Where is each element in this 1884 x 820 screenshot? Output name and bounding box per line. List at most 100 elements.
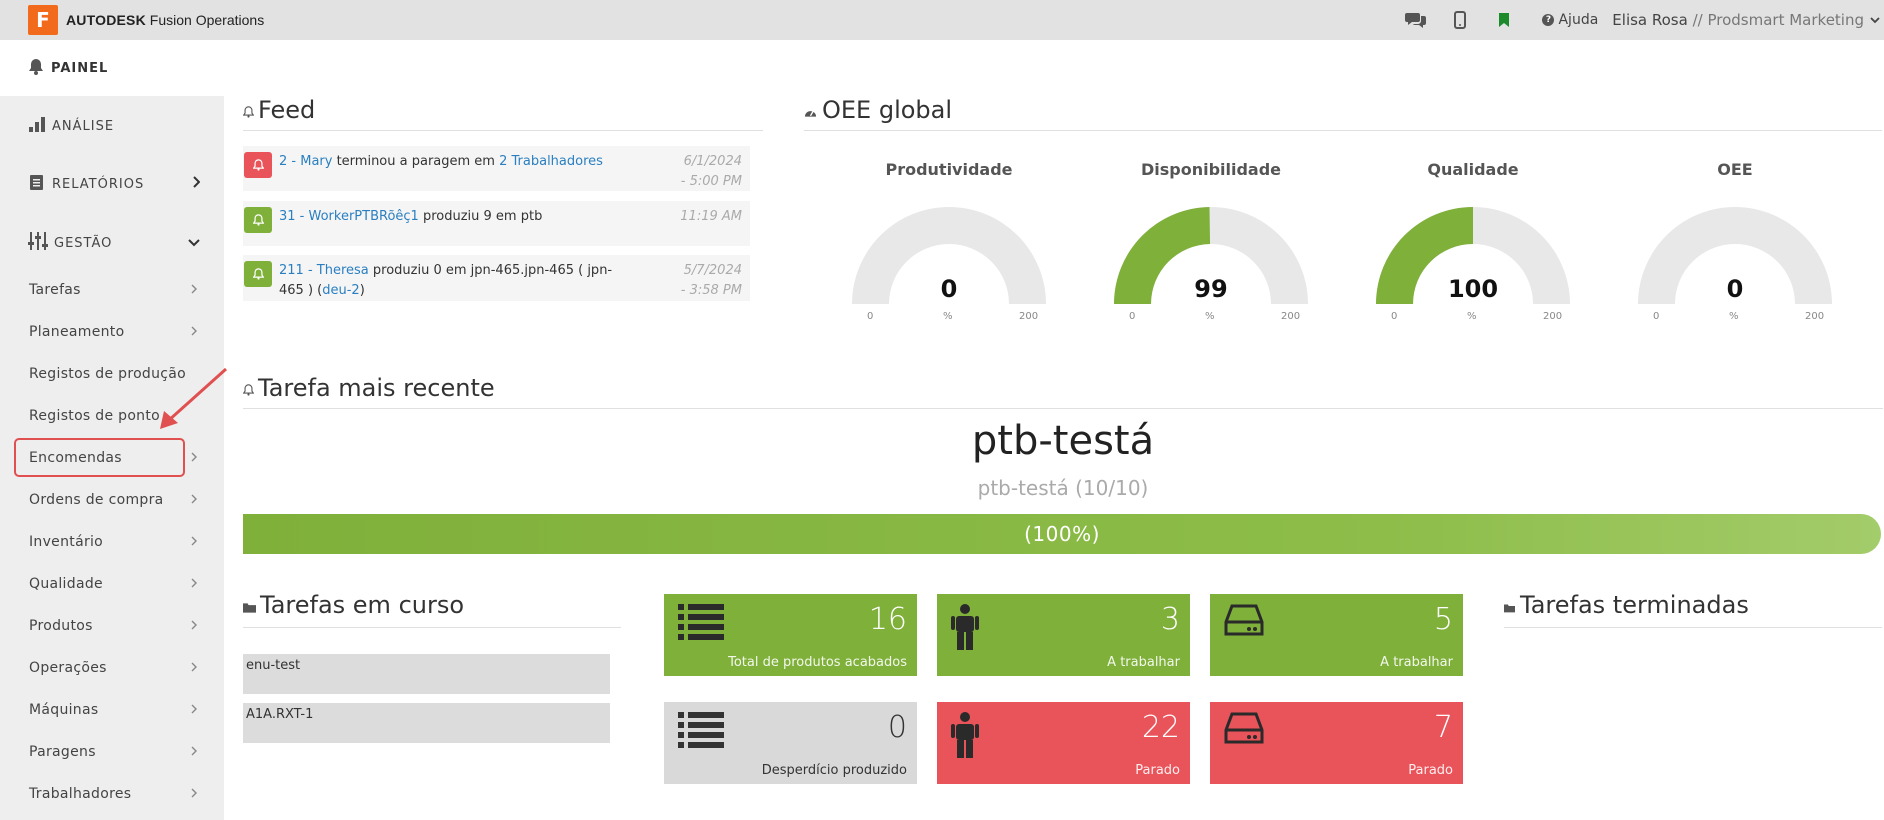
fusion-logo[interactable]: F [28, 5, 58, 35]
feed-item: 31 - WorkerPTBRõêç1 produziu 9 em ptb 11:… [243, 201, 750, 246]
gauge-max: 200 [1543, 311, 1563, 322]
sidebar-item-tarefas[interactable]: Tarefas [29, 282, 197, 298]
sidebar-item-label: Ordens de compra [29, 492, 164, 508]
sliders-icon [28, 231, 48, 255]
feed-time: 11:19 AM [652, 207, 742, 227]
sidebar-section-gestao[interactable]: GESTÃO [28, 231, 200, 255]
sidebar-item-qualidade[interactable]: Qualidade [29, 576, 197, 592]
sidebar-item-trabalhadores[interactable]: Trabalhadores [29, 786, 197, 802]
feed-text: 31 - WorkerPTBRõêç1 produziu 9 em ptb [279, 207, 619, 227]
machine-icon [1224, 604, 1264, 640]
sidebar-item-operacoes[interactable]: Operações [29, 660, 197, 676]
current-tasks-heading: Tarefas em curso [243, 591, 464, 619]
user-separator: // [1687, 11, 1708, 29]
gauge-min: 0 [1391, 311, 1398, 322]
chevron-right-icon [191, 577, 197, 591]
sidebar-section-label: ANÁLISE [52, 118, 115, 134]
stat-value: 22 [1141, 710, 1180, 745]
feed-time: 5/7/2024 - 3:58 PM [652, 261, 742, 301]
stat-value: 16 [868, 602, 907, 637]
chevron-right-icon [191, 283, 197, 297]
feed-item: 2 - Mary terminou a paragem em 2 Trabalh… [243, 146, 750, 191]
top-bar: F AUTODESK Fusion Operations ? Ajuda Eli… [0, 0, 1884, 40]
gauge-min: 0 [1653, 311, 1660, 322]
bell-icon [244, 261, 272, 287]
dashboard-header: PAINEL [0, 40, 1884, 96]
stat-caption: Parado [1135, 763, 1180, 778]
folder-icon [243, 591, 256, 619]
stat-caption: Total de produtos acabados [728, 655, 907, 670]
stat-value: 0 [887, 710, 907, 745]
sidebar-item-paragens[interactable]: Paragens [29, 744, 197, 760]
chevron-right-icon [191, 451, 197, 465]
chevron-right-icon [191, 619, 197, 633]
gauge-icon [804, 96, 817, 124]
stat-value: 7 [1433, 710, 1453, 745]
feed-time-date: 5/7/2024 [683, 263, 742, 278]
stat-value: 3 [1160, 602, 1180, 637]
sidebar-item-ordens-de-compra[interactable]: Ordens de compra [29, 492, 197, 508]
recent-task-progress-label: ptb-testá (10/10) [977, 476, 1149, 500]
user-name: Elisa Rosa [1612, 11, 1688, 29]
chevron-right-icon [191, 535, 197, 549]
feed-title: Feed [258, 96, 316, 124]
gauge-title: Produtividade [885, 160, 1013, 179]
sidebar-item-inventario[interactable]: Inventário [29, 534, 197, 550]
gauge-max: 200 [1281, 311, 1301, 322]
chat-icon[interactable] [1404, 8, 1428, 32]
gauge-min: 0 [1129, 311, 1136, 322]
bell-icon [244, 152, 272, 178]
painel-link[interactable]: PAINEL [28, 58, 108, 79]
stat-tile[interactable]: 7 Parado [1210, 702, 1463, 784]
help-link[interactable]: ? Ajuda [1542, 12, 1598, 28]
feed-link[interactable]: 31 - WorkerPTBRõêç1 [279, 209, 419, 224]
user-company: Prodsmart Marketing [1707, 11, 1864, 29]
sidebar-item-planeamento[interactable]: Planeamento [29, 324, 197, 340]
chevron-down-icon[interactable] [1870, 13, 1880, 27]
feed-message: produziu 9 em ptb [418, 209, 543, 224]
bookmark-icon[interactable] [1492, 8, 1516, 32]
gauge-value: 99 [1194, 275, 1228, 303]
stat-tile[interactable]: 3 A trabalhar [937, 594, 1190, 676]
gauge-value: 0 [940, 275, 958, 303]
current-task-item[interactable]: A1A.RXT-1 [243, 703, 610, 743]
oee-heading: OEE global [804, 96, 952, 124]
painel-label: PAINEL [51, 60, 109, 76]
finished-tasks-heading: Tarefas terminadas [1504, 591, 1749, 619]
sidebar-item-produtos[interactable]: Produtos [29, 618, 197, 634]
encomendas-highlight-box [14, 438, 185, 477]
sidebar-item-maquinas[interactable]: Máquinas [29, 702, 197, 718]
feed-time-hour: - 5:00 PM [680, 174, 742, 189]
recent-task-name[interactable]: ptb-testá [243, 418, 1883, 464]
sidebar-section-analise[interactable]: ANÁLISE [28, 115, 200, 137]
folder-icon [1504, 591, 1515, 619]
gauge-max: 200 [1805, 311, 1825, 322]
gauge-unit: % [1205, 311, 1215, 322]
oee-divider [804, 130, 1882, 131]
stat-value: 5 [1433, 602, 1453, 637]
sidebar-item-label: Registos de ponto [29, 408, 161, 424]
recent-task-title: Tarefa mais recente [258, 374, 495, 402]
gauge-value: 100 [1447, 275, 1499, 303]
current-task-item[interactable]: enu-test [243, 654, 610, 694]
sidebar-section-relatorios[interactable]: RELATÓRIOS [28, 173, 201, 195]
feed-link[interactable]: deu-2 [322, 283, 359, 298]
stat-tile[interactable]: 22 Parado [937, 702, 1190, 784]
chevron-right-icon [191, 493, 197, 507]
current-divider [243, 627, 621, 628]
progress-percent: (100%) [1024, 522, 1100, 546]
feed-link[interactable]: 2 - Mary [279, 154, 332, 169]
stat-tile[interactable]: 16 Total de produtos acabados [664, 594, 917, 676]
sidebar-item-label: Trabalhadores [29, 786, 132, 802]
stat-tile[interactable]: 5 A trabalhar [1210, 594, 1463, 676]
recent-task-heading: Tarefa mais recente [242, 374, 495, 402]
mobile-icon[interactable] [1448, 8, 1472, 32]
feed-link[interactable]: 2 Trabalhadores [499, 154, 603, 169]
bell-icon [242, 374, 255, 402]
top-right-controls: ? Ajuda Elisa Rosa // Prodsmart Marketin… [1404, 0, 1884, 40]
feed-link[interactable]: 211 - Theresa [279, 263, 369, 278]
chevron-right-icon [191, 325, 197, 339]
stat-tile[interactable]: 0 Desperdício produzido [664, 702, 917, 784]
user-menu[interactable]: Elisa Rosa // Prodsmart Marketing [1612, 11, 1864, 29]
sidebar-item-label: Tarefas [29, 282, 81, 298]
